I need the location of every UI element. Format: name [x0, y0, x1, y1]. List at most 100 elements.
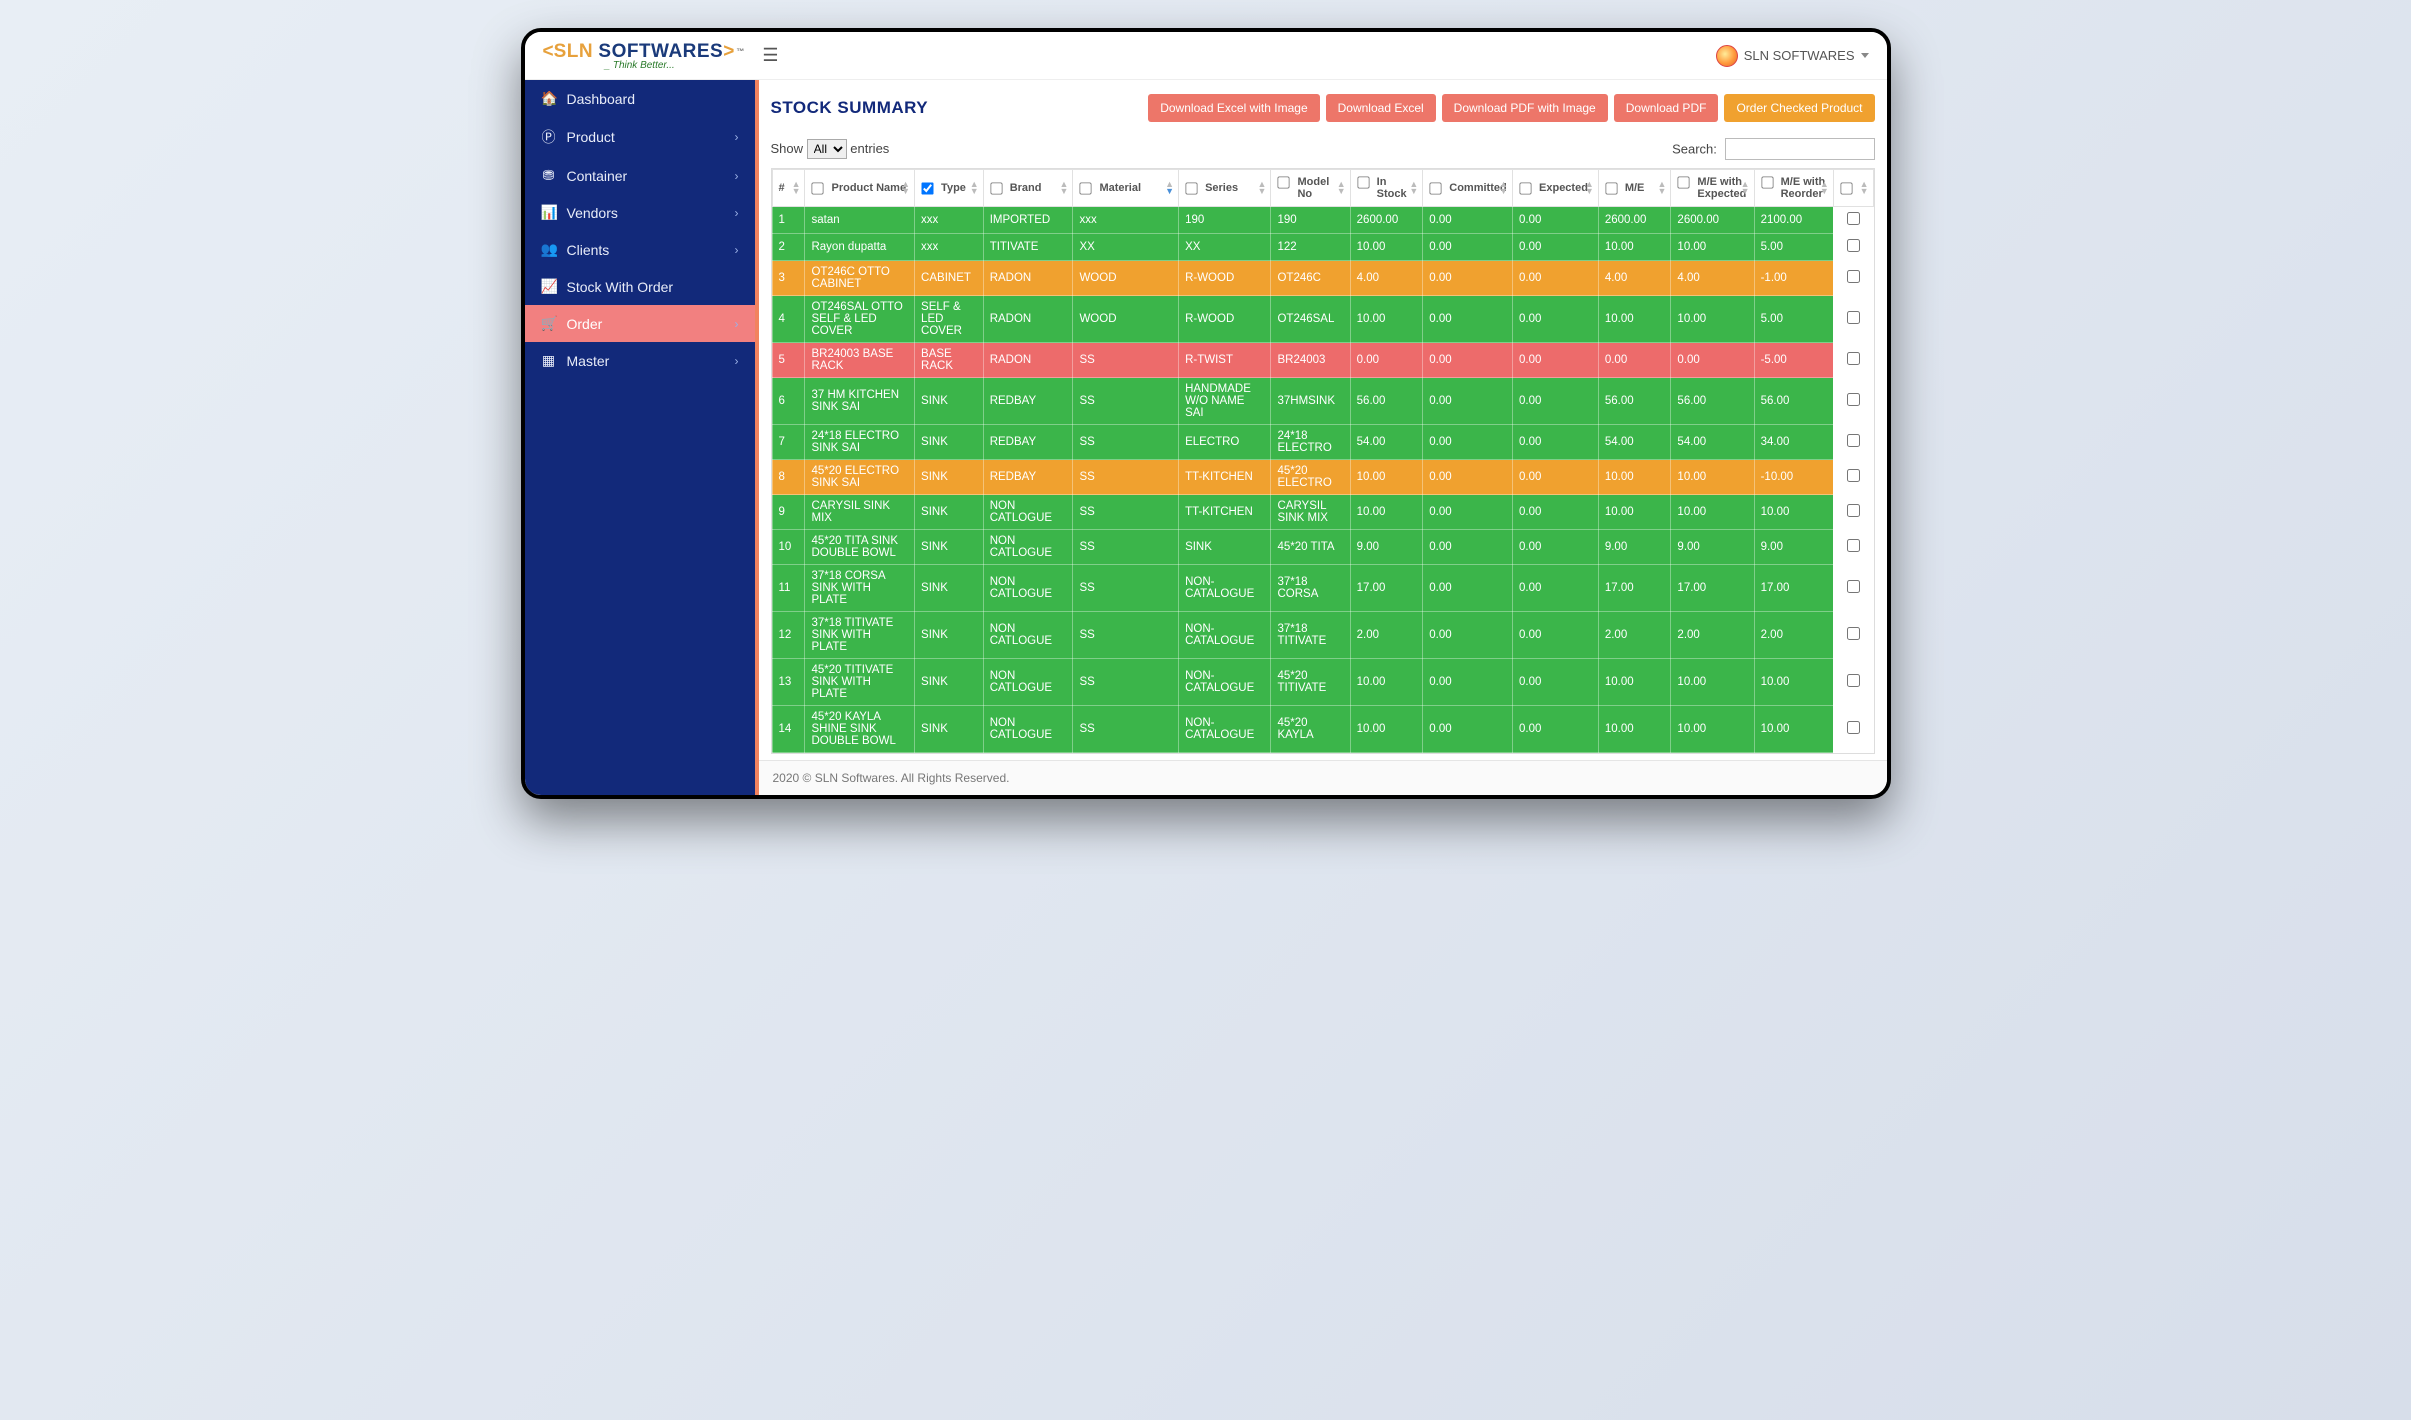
download-pdf-image-button[interactable]: Download PDF with Image [1442, 94, 1608, 122]
download-pdf-button[interactable]: Download PDF [1614, 94, 1719, 122]
column-checkbox-name[interactable] [812, 182, 824, 194]
chevron-right-icon: › [735, 317, 739, 331]
row-select-checkbox[interactable] [1847, 539, 1860, 552]
row-select-checkbox[interactable] [1847, 504, 1860, 517]
row-select-checkbox[interactable] [1847, 212, 1860, 225]
table-row: 1045*20 TITA SINK DOUBLE BOWLSINKNON CAT… [772, 530, 1873, 565]
cell-model: 37*18 TITIVATE [1271, 612, 1350, 659]
cell-brand: NON CATLOGUE [983, 565, 1073, 612]
column-checkbox-type[interactable] [921, 182, 933, 194]
column-series[interactable]: Series▲▼ [1179, 170, 1271, 207]
column-checkbox-chk[interactable] [1840, 182, 1852, 194]
sidebar-item-label: Container [567, 168, 628, 184]
column-checkbox-series[interactable] [1185, 182, 1197, 194]
row-select-checkbox[interactable] [1847, 627, 1860, 640]
cell-series: NON-CATALOGUE [1179, 706, 1271, 753]
download-excel-button[interactable]: Download Excel [1326, 94, 1436, 122]
row-select-checkbox[interactable] [1847, 469, 1860, 482]
cell-series: R-WOOD [1179, 261, 1271, 296]
cell-instock: 54.00 [1350, 425, 1423, 460]
cell-name: OT246SAL OTTO SELF & LED COVER [805, 296, 915, 343]
column-brand[interactable]: Brand▲▼ [983, 170, 1073, 207]
page-length-select[interactable]: All [807, 139, 847, 159]
sidebar-item-product[interactable]: ⓅProduct› [525, 117, 755, 157]
row-select-checkbox[interactable] [1847, 311, 1860, 324]
cell-model: CARYSIL SINK MIX [1271, 495, 1350, 530]
sidebar-item-label: Vendors [567, 205, 618, 221]
order-checked-button[interactable]: Order Checked Product [1724, 94, 1874, 122]
row-select-checkbox[interactable] [1847, 580, 1860, 593]
sidebar-item-stock-with-order[interactable]: 📈Stock With Order [525, 268, 755, 305]
menu-toggle-icon[interactable]: ☰ [762, 45, 778, 66]
sidebar-item-order[interactable]: 🛒Order› [525, 305, 755, 342]
cell-committed: 0.00 [1423, 565, 1513, 612]
cell-model: OT246C [1271, 261, 1350, 296]
column-instock[interactable]: In Stock▲▼ [1350, 170, 1423, 207]
cell-name: OT246C OTTO CABINET [805, 261, 915, 296]
column-me_exp[interactable]: M/E with Expected▲▼ [1671, 170, 1754, 207]
column-checkbox-brand[interactable] [990, 182, 1002, 194]
column-me[interactable]: M/E▲▼ [1598, 170, 1671, 207]
table-header-row: #▲▼Product Name▲▼Type▲▼Brand▲▼Material▲▼… [772, 170, 1873, 207]
content-area: STOCK SUMMARY Download Excel with Image … [755, 80, 1887, 795]
row-select-checkbox[interactable] [1847, 393, 1860, 406]
logo[interactable]: < SLN SOFTWARES > ™ _ Think Better... [543, 41, 745, 71]
chevron-right-icon: › [735, 354, 739, 368]
column-checkbox-me_reord[interactable] [1761, 176, 1773, 188]
cell-me_reord: 56.00 [1754, 378, 1833, 425]
table-row: 1137*18 CORSA SINK WITH PLATESINKNON CAT… [772, 565, 1873, 612]
row-select-checkbox[interactable] [1847, 352, 1860, 365]
download-excel-image-button[interactable]: Download Excel with Image [1148, 94, 1319, 122]
cell-idx: 3 [772, 261, 805, 296]
column-checkbox-model[interactable] [1278, 176, 1290, 188]
sort-icon: ▲▼ [1060, 181, 1069, 195]
cell-name: 37*18 TITIVATE SINK WITH PLATE [805, 612, 915, 659]
sidebar-item-clients[interactable]: 👥Clients› [525, 231, 755, 268]
column-checkbox-material[interactable] [1080, 182, 1092, 194]
cell-me: 2600.00 [1598, 207, 1671, 234]
row-select-checkbox[interactable] [1847, 239, 1860, 252]
row-select-checkbox[interactable] [1847, 270, 1860, 283]
cell-instock: 10.00 [1350, 706, 1423, 753]
column-model[interactable]: Model No▲▼ [1271, 170, 1350, 207]
search-input[interactable] [1725, 138, 1875, 160]
column-checkbox-committed[interactable] [1430, 182, 1442, 194]
column-idx[interactable]: #▲▼ [772, 170, 805, 207]
row-checkbox-cell [1833, 612, 1873, 659]
column-name[interactable]: Product Name▲▼ [805, 170, 915, 207]
cell-type: BASE RACK [915, 343, 984, 378]
column-type[interactable]: Type▲▼ [915, 170, 984, 207]
cell-idx: 12 [772, 612, 805, 659]
sort-icon: ▲▼ [1165, 181, 1174, 195]
cell-type: SELF & LED COVER [915, 296, 984, 343]
row-select-checkbox[interactable] [1847, 674, 1860, 687]
column-expected[interactable]: Expected▲▼ [1513, 170, 1599, 207]
cell-instock: 10.00 [1350, 460, 1423, 495]
cell-material: xxx [1073, 207, 1179, 234]
column-checkbox-expected[interactable] [1519, 182, 1531, 194]
row-select-checkbox[interactable] [1847, 721, 1860, 734]
column-checkbox-me[interactable] [1605, 182, 1617, 194]
column-checkbox-me_exp[interactable] [1678, 176, 1690, 188]
column-checkbox-instock[interactable] [1357, 176, 1369, 188]
cell-instock: 0.00 [1350, 343, 1423, 378]
sidebar-item-vendors[interactable]: 📊Vendors› [525, 194, 755, 231]
user-menu[interactable]: SLN SOFTWARES [1716, 45, 1869, 67]
cell-material: WOOD [1073, 261, 1179, 296]
sidebar-item-master[interactable]: ▦Master› [525, 342, 755, 379]
column-committed[interactable]: Committed▲▼ [1423, 170, 1513, 207]
sidebar-item-container[interactable]: ⛃Container› [525, 157, 755, 194]
cell-type: SINK [915, 530, 984, 565]
column-me_reord[interactable]: M/E with Reorder▲▼ [1754, 170, 1833, 207]
column-material[interactable]: Material▲▼ [1073, 170, 1179, 207]
row-checkbox-cell [1833, 343, 1873, 378]
row-select-checkbox[interactable] [1847, 434, 1860, 447]
column-chk[interactable]: ▲▼ [1833, 170, 1873, 207]
cell-series: R-TWIST [1179, 343, 1271, 378]
cell-instock: 2600.00 [1350, 207, 1423, 234]
cell-series: ELECTRO [1179, 425, 1271, 460]
cell-me: 54.00 [1598, 425, 1671, 460]
cell-me_reord: 5.00 [1754, 234, 1833, 261]
sort-icon: ▲▼ [970, 181, 979, 195]
sidebar-item-dashboard[interactable]: 🏠Dashboard [525, 80, 755, 117]
